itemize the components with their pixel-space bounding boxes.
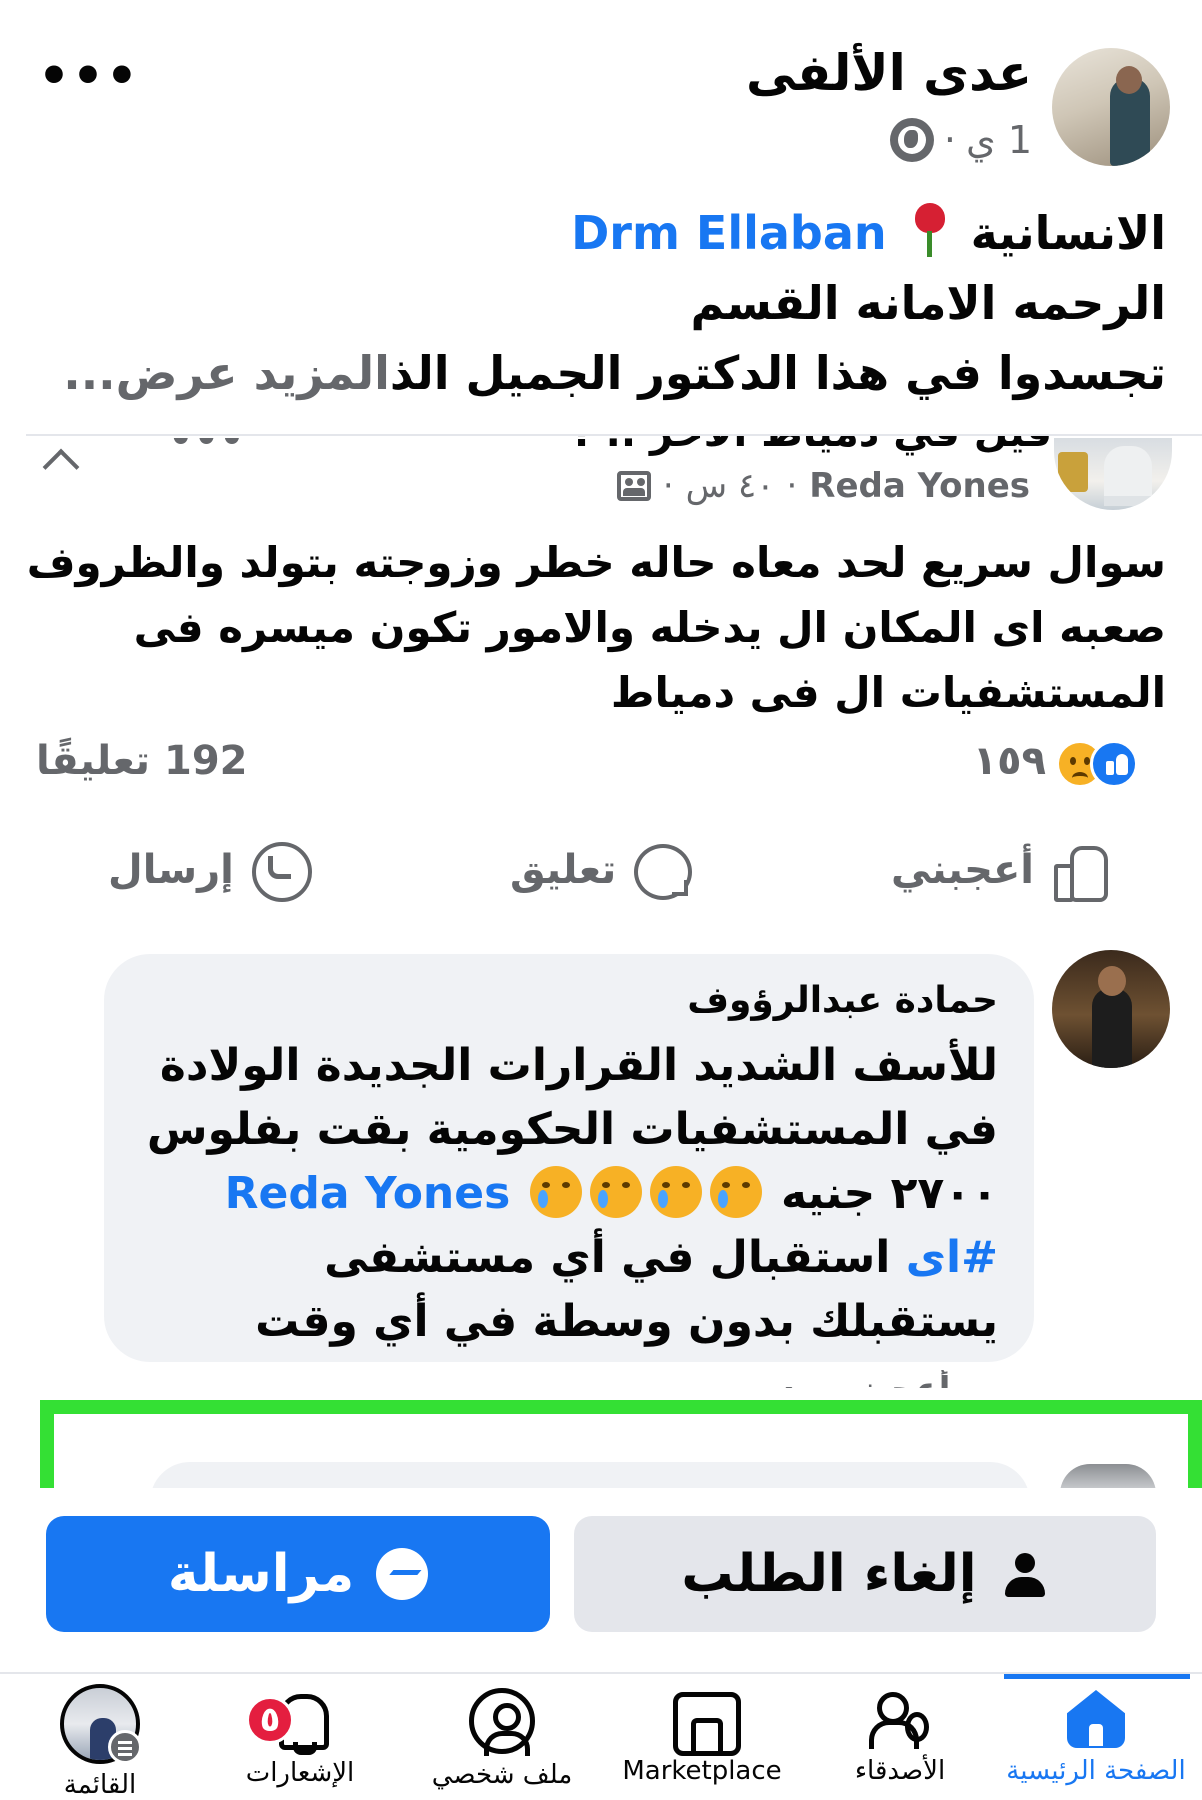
rose-icon: [909, 201, 949, 257]
nav-friends[interactable]: الأصدقاء: [802, 1688, 998, 1800]
send-label: إرسال: [108, 847, 234, 893]
nav-menu-label: القائمة: [63, 1770, 137, 1800]
profile-icon: [469, 1688, 535, 1756]
cancel-request-button[interactable]: إلغاء الطلب: [574, 1516, 1156, 1632]
send-button[interactable]: إرسال: [108, 830, 312, 910]
like-icon: [1050, 842, 1108, 902]
meta-separator: ·: [786, 466, 798, 506]
post-caption: الانسانية Drm Ellaban الرحمه الامانه الق…: [26, 198, 1166, 408]
like-reaction-icon: [1090, 740, 1138, 788]
comment-button[interactable]: تعليق: [510, 830, 693, 910]
comment-mention[interactable]: Reda Yones: [225, 1168, 511, 1219]
notifications-badge: ٥: [246, 1696, 294, 1744]
author-name[interactable]: عدى الألفى: [746, 44, 1032, 102]
person-cancel-icon: [999, 1549, 1049, 1599]
post-meta: 1 ي ·: [889, 118, 1032, 162]
caption-text: الانسانية: [970, 206, 1166, 260]
caption-mention[interactable]: Drm Ellaban: [571, 206, 887, 260]
post-time[interactable]: 1 ي: [966, 118, 1032, 162]
marketplace-icon: [669, 1688, 741, 1756]
commenter-avatar[interactable]: [1052, 950, 1170, 1068]
reaction-count[interactable]: ١٥٩: [973, 738, 1046, 784]
menu-icon: [108, 1730, 142, 1764]
comment-body: استقبال في أي مستشفى يستقبلك بدون وسطة ف…: [255, 1232, 998, 1347]
nav-home[interactable]: الصفحة الرئيسية: [998, 1674, 1194, 1800]
nav-marketplace-label: Marketplace: [622, 1756, 782, 1786]
shared-post-title: قيل في دمياط الآخر .. ؟: [568, 410, 1053, 456]
post-actions: أعجبني تعليق إرسال: [0, 830, 1202, 910]
shared-author-avatar[interactable]: [1054, 438, 1172, 510]
engagement-counts: ١٥٩ 192 تعليقًا: [0, 728, 1202, 798]
comment-hashtag[interactable]: #اى: [906, 1232, 998, 1283]
see-more-link[interactable]: المزيد عرض...: [63, 346, 390, 400]
divider: [26, 434, 1202, 436]
shared-author-name[interactable]: Reda Yones: [809, 466, 1030, 506]
commenter-name[interactable]: حمادة عبدالرؤوف: [687, 980, 998, 1021]
cancel-request-label: إلغاء الطلب: [681, 1544, 977, 1604]
crying-face-icon: [529, 1166, 582, 1218]
shared-post-meta: Reda Yones · ٤٠ س ·: [616, 466, 1030, 506]
caption-text: تجسدوا في هذا الدكتور الجميل الذ: [389, 346, 1166, 400]
message-label: مراسلة: [167, 1544, 355, 1604]
shared-more-icon[interactable]: •••: [168, 438, 245, 462]
comment-text: للأسف الشديد القرارات الجديدة الولادة في…: [138, 1034, 998, 1354]
whatsapp-icon: [250, 840, 312, 902]
chevron-up-icon[interactable]: [40, 440, 80, 480]
author-avatar[interactable]: [1052, 48, 1170, 166]
like-label: أعجبني: [891, 847, 1034, 893]
post-header: عدى الألفى 1 ي · •••: [0, 0, 1202, 200]
shared-post-time[interactable]: ٤٠ س: [686, 466, 775, 506]
globe-icon: [889, 118, 934, 162]
nav-notifications[interactable]: الإشعارات: [202, 1688, 398, 1800]
meta-separator: ·: [662, 466, 674, 506]
group-icon: [616, 471, 651, 501]
nav-profile[interactable]: ملف شخصي: [404, 1688, 600, 1800]
comment-bubble[interactable]: حمادة عبدالرؤوف للأسف الشديد القرارات ال…: [104, 954, 1034, 1362]
nav-friends-label: الأصدقاء: [854, 1756, 946, 1786]
bottom-navigation: الصفحة الرئيسية الأصدقاء Marketplace ملف…: [0, 1672, 1202, 1800]
shared-post: قيل في دمياط الآخر .. ؟ ••• Reda Yones ·…: [0, 434, 1202, 994]
nav-notifications-label: الإشعارات: [245, 1758, 355, 1788]
caption-line-3: تجسدوا في هذا الدكتور الجميل الذالمزيد ع…: [26, 338, 1166, 408]
nav-menu[interactable]: القائمة: [2, 1684, 198, 1800]
profile-actions: إلغاء الطلب مراسلة: [0, 1488, 1202, 1668]
nav-profile-label: ملف شخصي: [431, 1760, 573, 1790]
meta-separator: ·: [943, 118, 956, 162]
crying-face-icon: [589, 1166, 642, 1218]
shared-post-text: سوال سريع لحد معاه حاله خطر وزوجته بتولد…: [26, 538, 1166, 717]
comment-count[interactable]: 192 تعليقًا: [36, 738, 248, 784]
like-button[interactable]: أعجبني: [891, 830, 1108, 910]
caption-line-2: الرحمه الامانه القسم: [690, 276, 1166, 330]
active-tab-indicator: [1004, 1674, 1190, 1679]
comment-label: تعليق: [510, 847, 617, 893]
nav-home-label: الصفحة الرئيسية: [1006, 1756, 1186, 1786]
nav-marketplace[interactable]: Marketplace: [604, 1688, 800, 1800]
messenger-icon: [376, 1548, 429, 1600]
crying-face-icon: [709, 1166, 762, 1218]
message-button[interactable]: مراسلة: [46, 1516, 550, 1632]
home-icon: [1063, 1688, 1129, 1750]
crying-face-icon: [649, 1166, 702, 1218]
friends-icon: [865, 1688, 935, 1750]
caption-line-1: الانسانية Drm Ellaban: [26, 198, 1166, 268]
more-options-icon[interactable]: •••: [38, 51, 140, 101]
comment-icon: [632, 842, 693, 900]
